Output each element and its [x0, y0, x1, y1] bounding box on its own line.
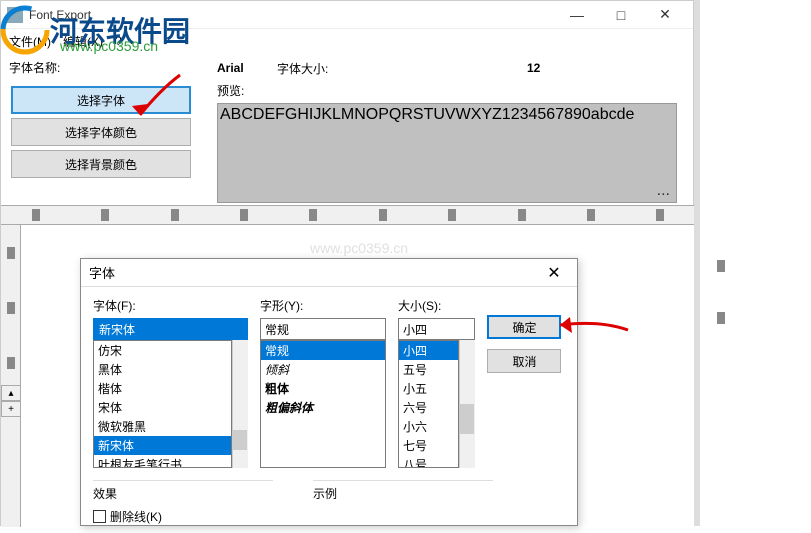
dialog-body: 字体(F): 新宋体 仿宋 黑体 楷体 宋体 微软雅黑 新宋体 叶根友毛笔行书 … — [81, 287, 577, 472]
font-size-label: 字体大小: — [277, 60, 407, 77]
list-item[interactable]: 小五 — [399, 379, 459, 398]
vertical-ruler — [1, 225, 21, 527]
scrollbar[interactable] — [232, 340, 248, 468]
sample-group: 示例 — [313, 480, 493, 525]
list-item[interactable]: 八号 — [399, 455, 459, 468]
ruler-mark — [7, 302, 15, 314]
strikeout-label: 删除线(K) — [110, 508, 162, 525]
dialog-bottom-groups: 效果 删除线(K) 示例 — [81, 472, 577, 533]
select-font-button[interactable]: 选择字体 — [11, 86, 191, 114]
ruler-mark — [240, 209, 248, 221]
sample-label: 示例 — [313, 487, 337, 501]
list-item[interactable]: 粗偏斜体 — [261, 398, 385, 417]
right-column: Arial 字体大小: 12 预览: ABCDEFGHIJKLMNOPQRSTU… — [213, 57, 689, 203]
list-item[interactable]: 新宋体 — [94, 436, 231, 455]
cancel-button[interactable]: 取消 — [487, 349, 561, 373]
dialog-title: 字体 — [89, 263, 539, 282]
dialog-close-button[interactable]: ✕ — [539, 261, 569, 285]
font-field-label: 字体(F): — [93, 297, 248, 314]
window-title: Font Export — [29, 8, 555, 22]
font-name-label: 字体名称: — [5, 57, 213, 82]
effects-group: 效果 删除线(K) — [93, 480, 273, 525]
preview-label: 预览: — [217, 82, 244, 99]
style-input[interactable]: 常规 — [260, 318, 386, 340]
font-listbox[interactable]: 仿宋 黑体 楷体 宋体 微软雅黑 新宋体 叶根友毛笔行书 — [93, 340, 232, 468]
list-item[interactable]: 叶根友毛笔行书 — [94, 455, 231, 468]
preview-box: ABCDEFGHIJKLMNOPQRSTUVWXYZ1234567890abcd… — [217, 103, 677, 203]
ruler-mark — [448, 209, 456, 221]
font-name-value: Arial — [217, 61, 277, 75]
secondary-panel — [700, 0, 811, 526]
list-item[interactable]: 小四 — [399, 341, 459, 360]
ruler-mark — [7, 247, 15, 259]
dialog-titlebar: 字体 ✕ — [81, 259, 577, 287]
list-item[interactable]: 五号 — [399, 360, 459, 379]
style-field-label: 字形(Y): — [260, 297, 386, 314]
scrollbar-thumb[interactable] — [460, 404, 474, 434]
menu-help[interactable]: ? — [115, 34, 122, 48]
list-item[interactable]: 仿宋 — [94, 341, 231, 360]
close-button[interactable]: ✕ — [643, 1, 687, 29]
size-input[interactable]: 小四 — [398, 318, 476, 340]
size-listbox[interactable]: 小四 五号 小五 六号 小六 七号 八号 — [398, 340, 460, 468]
faint-watermark: www.pc0359.cn — [310, 240, 408, 256]
app-icon — [7, 7, 23, 23]
font-column: 字体(F): 新宋体 仿宋 黑体 楷体 宋体 微软雅黑 新宋体 叶根友毛笔行书 — [93, 297, 248, 468]
top-panel: 字体名称: 选择字体 选择字体颜色 选择背景颜色 Arial 字体大小: 12 … — [1, 53, 693, 207]
ruler-mark — [379, 209, 387, 221]
scroll-add-button[interactable]: + — [1, 401, 21, 417]
list-item[interactable]: 七号 — [399, 436, 459, 455]
minimize-button[interactable]: — — [555, 1, 599, 29]
strikeout-checkbox[interactable] — [93, 510, 106, 523]
font-size-value: 12 — [527, 61, 540, 75]
list-item[interactable]: 常规 — [261, 341, 385, 360]
preview-label-row: 预览: — [217, 79, 689, 101]
preview-text: ABCDEFGHIJKLMNOPQRSTUVWXYZ1234567890abcd… — [220, 106, 634, 123]
ok-button[interactable]: 确定 — [487, 315, 561, 339]
ruler-mark — [587, 209, 595, 221]
ruler-mark — [309, 209, 317, 221]
ruler-mark — [101, 209, 109, 221]
select-font-color-button[interactable]: 选择字体颜色 — [11, 118, 191, 146]
ruler-mark — [656, 209, 664, 221]
list-item[interactable]: 楷体 — [94, 379, 231, 398]
scrollbar-thumb[interactable] — [233, 430, 247, 450]
ruler-mark — [717, 260, 725, 272]
font-input[interactable]: 新宋体 — [93, 318, 248, 340]
select-bg-color-button[interactable]: 选择背景颜色 — [11, 150, 191, 178]
size-column: 大小(S): 小四 小四 五号 小五 六号 小六 七号 八号 — [398, 297, 476, 468]
list-item[interactable]: 宋体 — [94, 398, 231, 417]
menu-file[interactable]: 文件(M) — [9, 33, 51, 50]
style-listbox[interactable]: 常规 倾斜 粗体 粗偏斜体 — [260, 340, 386, 468]
list-item[interactable]: 小六 — [399, 417, 459, 436]
preview-more-button[interactable]: ... — [657, 182, 670, 200]
size-field-label: 大小(S): — [398, 297, 476, 314]
list-item[interactable]: 粗体 — [261, 379, 385, 398]
maximize-button[interactable]: □ — [599, 1, 643, 29]
ruler-mark — [171, 209, 179, 221]
dialog-button-column: 确定 取消 — [487, 297, 565, 468]
titlebar: Font Export — □ ✕ — [1, 1, 693, 29]
menubar: 文件(M) 编辑(X) ? — [1, 29, 693, 53]
list-item[interactable]: 黑体 — [94, 360, 231, 379]
ruler-mark — [32, 209, 40, 221]
scrollbar[interactable] — [459, 340, 475, 468]
strikeout-row[interactable]: 删除线(K) — [93, 508, 273, 525]
left-column: 字体名称: 选择字体 选择字体颜色 选择背景颜色 — [5, 57, 213, 203]
list-item[interactable]: 微软雅黑 — [94, 417, 231, 436]
effects-label: 效果 — [93, 487, 117, 501]
font-dialog: 字体 ✕ 字体(F): 新宋体 仿宋 黑体 楷体 宋体 微软雅黑 新宋体 叶根友… — [80, 258, 578, 526]
menu-edit[interactable]: 编辑(X) — [63, 33, 103, 50]
ruler-mark — [7, 357, 15, 369]
list-item[interactable]: 倾斜 — [261, 360, 385, 379]
font-info-row: Arial 字体大小: 12 — [217, 57, 689, 79]
scroll-up-button[interactable]: ▴ — [1, 385, 21, 401]
ruler-mark — [717, 312, 725, 324]
horizontal-ruler — [1, 205, 695, 225]
ruler-mark — [518, 209, 526, 221]
list-item[interactable]: 六号 — [399, 398, 459, 417]
style-column: 字形(Y): 常规 常规 倾斜 粗体 粗偏斜体 — [260, 297, 386, 468]
